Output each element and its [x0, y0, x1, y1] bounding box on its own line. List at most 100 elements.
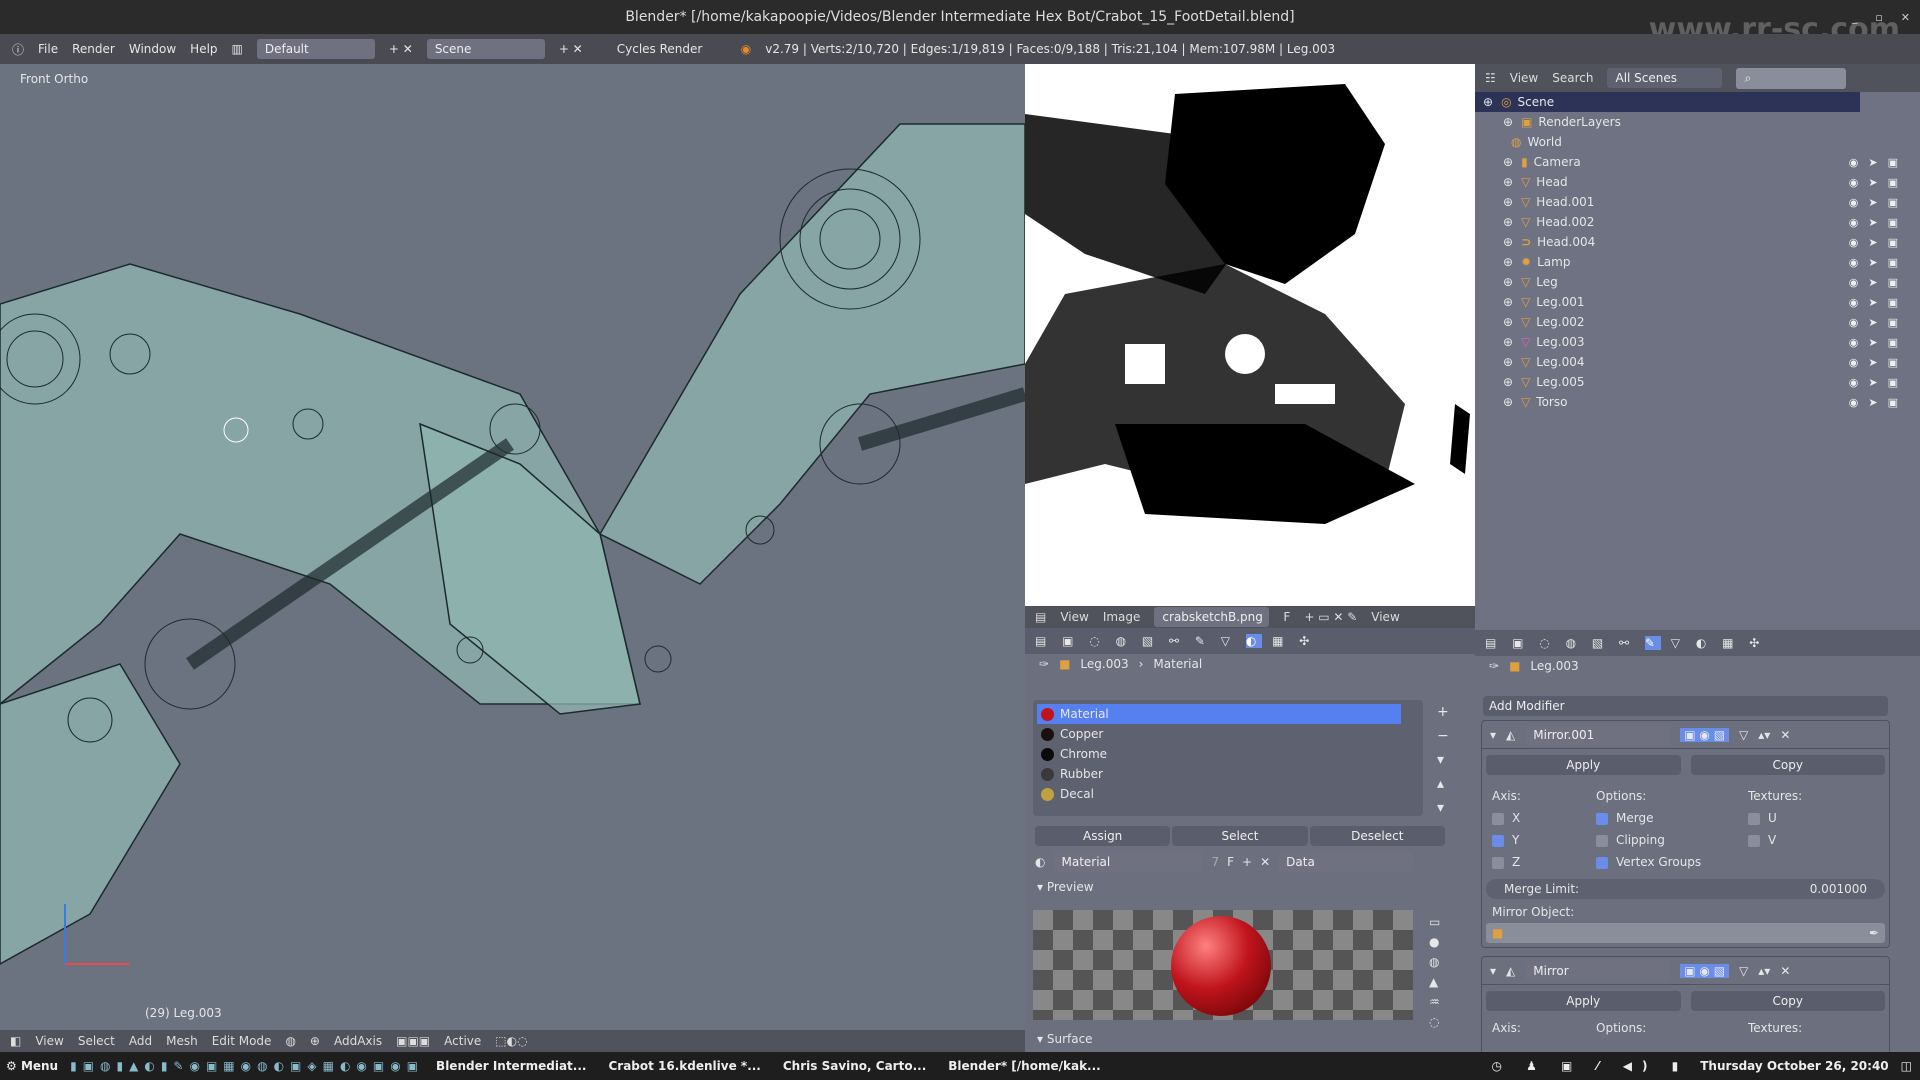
outliner-item[interactable]: ⊕ ▽ Leg.005 ◉➤▣	[1475, 372, 1920, 392]
expand-icon[interactable]: ⊕	[1503, 155, 1513, 169]
copy-button[interactable]: Copy	[1690, 991, 1885, 1011]
addaxis-button[interactable]: AddAxis	[334, 1034, 382, 1048]
option-checkbox[interactable]: Vertex Groups	[1596, 851, 1748, 873]
menu-mesh[interactable]: Mesh	[166, 1034, 198, 1048]
add-modifier-select[interactable]: Add Modifier	[1483, 696, 1888, 716]
menu-window[interactable]: Window	[129, 42, 176, 56]
expand-icon[interactable]: ⊕	[1503, 195, 1513, 209]
eyedropper-icon[interactable]: ✒	[1869, 926, 1879, 940]
visibility-icons[interactable]: ◉➤▣	[1849, 236, 1908, 249]
launcher-icons[interactable]: ▮▣◍▮▲◐▮✎◉▣▦◉◍◐▣◈▦◐◉▣◉▣	[70, 1059, 424, 1073]
expand-icon[interactable]: ⊕	[1503, 355, 1513, 369]
layers-icons[interactable]: ▣▣▣	[396, 1034, 430, 1048]
expand-icon[interactable]: ⊕	[1503, 375, 1513, 389]
slot-list-buttons[interactable]: + − ▾ ▴ ▾	[1437, 700, 1449, 820]
search-input[interactable]: ⌕	[1736, 67, 1847, 89]
option-checkbox[interactable]: Clipping	[1596, 829, 1748, 851]
outliner-item[interactable]: ⊕ ▽ Torso ◉➤▣	[1475, 392, 1920, 412]
screen-layout-icon[interactable]: ▥	[232, 42, 243, 56]
menu-view[interactable]: View	[1510, 71, 1538, 85]
outliner-item[interactable]: ⊕ ▽ Head.002 ◉➤▣	[1475, 212, 1920, 232]
render-engine-select[interactable]: Cycles Render	[617, 42, 727, 56]
collapse-icon[interactable]: ▾	[1490, 964, 1496, 978]
modifier-name-field[interactable]: Mirror.001	[1525, 724, 1671, 745]
outliner-item[interactable]: ◍ World	[1475, 132, 1920, 152]
select-button[interactable]: Select	[1172, 826, 1308, 846]
remove-modifier-button[interactable]: ✕	[1780, 964, 1790, 978]
outliner-item[interactable]: ⊕ ▣ RenderLayers	[1475, 112, 1920, 132]
taskbar-task[interactable]: Blender Intermediat...	[436, 1059, 586, 1073]
material-slot[interactable]: Rubber	[1037, 764, 1419, 784]
expand-icon[interactable]: ⊕	[1503, 255, 1513, 269]
menu-select[interactable]: Select	[78, 1034, 115, 1048]
mirror-object-field[interactable]: ■ ✒	[1486, 923, 1885, 943]
visibility-icons[interactable]: ◉➤▣	[1849, 296, 1908, 309]
preview-type-buttons[interactable]: ▭ ● ◍ ▲ ♒ ◌	[1429, 912, 1440, 1032]
visibility-icons[interactable]: ◉➤▣	[1849, 216, 1908, 229]
outliner-item[interactable]: ⊕ ▽ Leg.001 ◉➤▣	[1475, 292, 1920, 312]
material-name-field[interactable]: Material	[1053, 852, 1204, 872]
editor-type-icon[interactable]: ☷	[1485, 71, 1496, 85]
deselect-button[interactable]: Deselect	[1309, 826, 1445, 846]
show-desktop-icon[interactable]: ◫	[1901, 1059, 1912, 1073]
expand-icon[interactable]: ⊕	[1503, 315, 1513, 329]
mode-select[interactable]: Edit Mode	[212, 1034, 272, 1048]
assign-button[interactable]: Assign	[1035, 826, 1171, 846]
material-slot[interactable]: Copper	[1037, 724, 1419, 744]
texture-checkbox[interactable]: V	[1748, 829, 1802, 851]
taskbar-task[interactable]: Blender* [/home/kak...	[948, 1059, 1100, 1073]
outliner-item[interactable]: ⊕ ▮ Camera ◉➤▣	[1475, 152, 1920, 172]
outliner-item[interactable]: ⊕ ◎ Scene	[1475, 92, 1860, 112]
pin-icon[interactable]: ✑	[1489, 659, 1499, 673]
link-select[interactable]: Data	[1278, 852, 1414, 872]
taskbar-task[interactable]: Crabot 16.kdenlive *...	[608, 1059, 760, 1073]
taskbar-task[interactable]: Chris Savino, Carto...	[783, 1059, 926, 1073]
add-layout-button[interactable]: + ✕	[389, 42, 413, 56]
display-mode-select[interactable]: All Scenes	[1607, 68, 1723, 88]
material-slot[interactable]: Material	[1037, 704, 1401, 724]
select-mode-icons[interactable]: ⬚◐◌	[495, 1034, 527, 1048]
collapse-icon[interactable]: ▾	[1490, 728, 1496, 742]
visibility-icons[interactable]: ◉➤▣	[1849, 256, 1908, 269]
expand-icon[interactable]: ⊕	[1503, 235, 1513, 249]
material-slot[interactable]: Decal	[1037, 784, 1419, 804]
expand-icon[interactable]: ⊕	[1503, 395, 1513, 409]
image-actions[interactable]: + ▭ ✕ ✎	[1304, 610, 1357, 624]
properties-tabs[interactable]: ▤ ▣ ◌ ◍ ▧ ⚯ ✎ ▽ ◐ ▦ ✣	[1475, 630, 1920, 656]
scene-field[interactable]: Scene	[426, 39, 545, 59]
pivot-icon[interactable]: ⊕	[310, 1034, 320, 1048]
menu-help[interactable]: Help	[190, 42, 217, 56]
texture-checkbox[interactable]: U	[1748, 807, 1802, 829]
layout-field[interactable]: Default	[256, 39, 375, 59]
preview-panel-header[interactable]: ▾ Preview	[1037, 880, 1094, 894]
cage-toggle[interactable]: ▽	[1739, 728, 1748, 742]
expand-icon[interactable]: ⊕	[1503, 275, 1513, 289]
expand-icon[interactable]: ⊕	[1503, 295, 1513, 309]
outliner-item[interactable]: ⊕ ▽ Head.001 ◉➤▣	[1475, 192, 1920, 212]
unlink-material-button[interactable]: ✕	[1260, 855, 1270, 869]
axis-checkbox[interactable]: Z	[1492, 851, 1596, 873]
outliner-item[interactable]: ⊕ ▽ Leg ◉➤▣	[1475, 272, 1920, 292]
axis-checkbox[interactable]: Y	[1492, 829, 1596, 851]
expand-icon[interactable]: ⊕	[1503, 215, 1513, 229]
expand-icon[interactable]: ⊕	[1503, 335, 1513, 349]
fake-user-button[interactable]: F	[1227, 855, 1234, 869]
add-scene-button[interactable]: + ✕	[559, 42, 583, 56]
fake-user-button[interactable]: F	[1283, 610, 1290, 624]
menu-view[interactable]: View	[35, 1034, 63, 1048]
outliner-item[interactable]: ⊕ ✹ Lamp ◉➤▣	[1475, 252, 1920, 272]
outliner-item[interactable]: ⊕ ▽ Leg.004 ◉➤▣	[1475, 352, 1920, 372]
image-name-field[interactable]: crabsketchB.png	[1154, 607, 1270, 627]
outliner-item[interactable]: ⊕ ▽ Leg.002 ◉➤▣	[1475, 312, 1920, 332]
menu-render[interactable]: Render	[72, 42, 115, 56]
menu-image[interactable]: Image	[1103, 610, 1141, 624]
menu-search[interactable]: Search	[1552, 71, 1593, 85]
cage-toggle[interactable]: ▽	[1739, 964, 1748, 978]
visibility-icons[interactable]: ◉➤▣	[1849, 156, 1908, 169]
copy-button[interactable]: Copy	[1690, 755, 1885, 775]
merge-limit-field[interactable]: Merge Limit: 0.001000	[1486, 879, 1885, 899]
pin-icon[interactable]: ✑	[1039, 657, 1049, 671]
outliner-item[interactable]: ⊕ ▽ Leg.003 ◉➤▣	[1475, 332, 1920, 352]
visibility-icons[interactable]: ◉➤▣	[1849, 176, 1908, 189]
visibility-icons[interactable]: ◉➤▣	[1849, 356, 1908, 369]
